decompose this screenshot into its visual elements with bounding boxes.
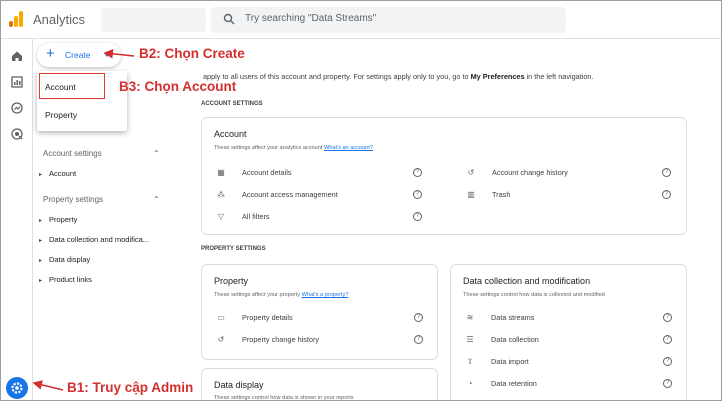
- screenshot-frame: Analytics Try searching "Data Streams" +…: [0, 0, 722, 401]
- annotation-arrows: [32, 49, 135, 391]
